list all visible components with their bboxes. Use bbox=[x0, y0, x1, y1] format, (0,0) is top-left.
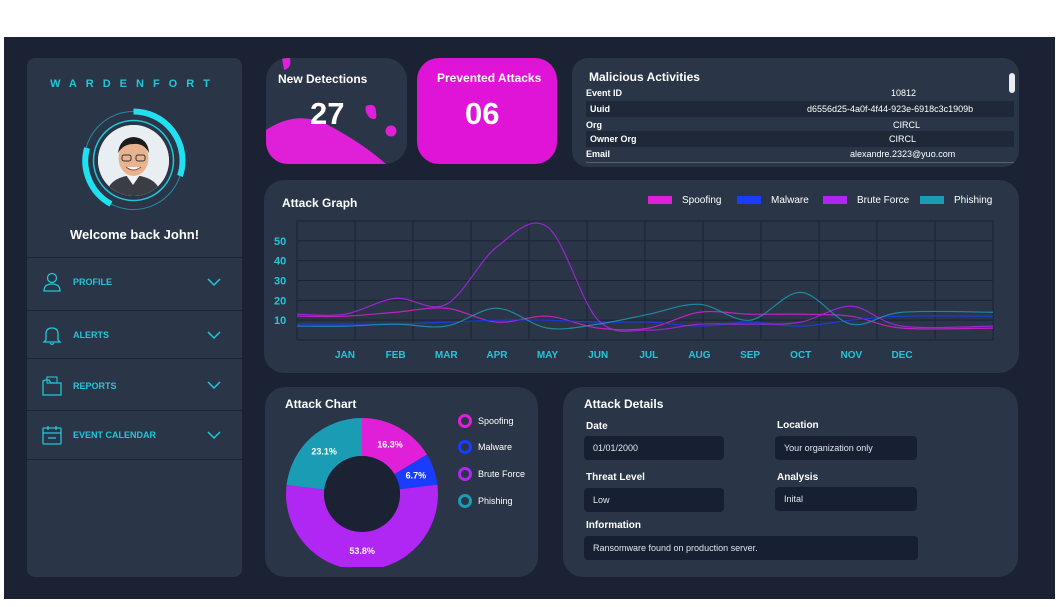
y-tick-label: 10 bbox=[274, 315, 286, 327]
date-value: 01/01/2000 bbox=[593, 443, 639, 453]
row-key: Event ID bbox=[586, 88, 623, 98]
sidebar-item-label: EVENT CALENDAR bbox=[73, 430, 157, 440]
y-tick-label: 50 bbox=[274, 236, 286, 248]
malicious-activities-title: Malicious Activities bbox=[589, 70, 700, 84]
new-detections-title: New Detections bbox=[278, 72, 368, 86]
legend-dot bbox=[458, 494, 472, 508]
legend-dot bbox=[458, 440, 472, 454]
calendar-icon bbox=[42, 426, 62, 445]
scrollbar-thumb[interactable] bbox=[1009, 73, 1015, 93]
avatar-photo bbox=[98, 125, 169, 196]
legend-label: Phishing bbox=[478, 496, 513, 506]
dashboard-app: WARDENFORT Welcome back John! PROFILE AL… bbox=[4, 37, 1055, 599]
x-tick-label: JUL bbox=[639, 350, 658, 361]
attack-line-chart: 10 20 30 40 50 JAN FEB MAR APR MAY JUN JUL AUG SEP OCT… bbox=[274, 220, 994, 361]
pie-slice-label: 23.1% bbox=[311, 446, 337, 456]
information-value: Ransomware found on production server. bbox=[593, 543, 758, 553]
x-tick-label: FEB bbox=[386, 350, 406, 361]
x-tick-label: OCT bbox=[790, 350, 811, 361]
sidebar-item-alerts[interactable]: ALERTS bbox=[27, 310, 242, 359]
sidebar-item-event-calendar[interactable]: EVENT CALENDAR bbox=[27, 410, 242, 460]
legend-dot bbox=[458, 467, 472, 481]
sidebar-item-label: REPORTS bbox=[73, 381, 117, 391]
chevron-down-icon[interactable] bbox=[207, 277, 221, 287]
chevron-down-icon[interactable] bbox=[207, 430, 221, 440]
table-row: Email alexandre.2323@yuo.com bbox=[586, 146, 1014, 163]
pie-slice-label: 16.3% bbox=[377, 439, 403, 449]
location-label: Location bbox=[777, 420, 819, 431]
x-tick-label: APR bbox=[486, 350, 508, 361]
row-value: d6556d25-4a0f-4f44-923e-6918c3c1909b bbox=[807, 104, 974, 114]
pie-slice-label: 53.8% bbox=[349, 546, 375, 556]
x-tick-label: AUG bbox=[688, 350, 710, 361]
table-row: Owner Org CIRCL bbox=[586, 131, 1014, 147]
threat-level-field[interactable]: Low bbox=[584, 488, 724, 512]
new-detections-value: 27 bbox=[310, 96, 345, 131]
bell-icon bbox=[42, 327, 62, 346]
threat-level-label: Threat Level bbox=[586, 472, 645, 483]
analysis-field[interactable]: Inital bbox=[775, 487, 917, 511]
welcome-message: Welcome back John! bbox=[69, 227, 200, 242]
x-tick-label: MAR bbox=[435, 350, 459, 361]
row-key: Org bbox=[586, 120, 603, 130]
prevented-attacks-card[interactable]: Prevented Attacks 06 bbox=[417, 58, 557, 164]
brand-logo: WARDENFORT bbox=[50, 78, 219, 90]
legend-label: Malware bbox=[478, 442, 513, 452]
x-tick-label: SEP bbox=[740, 350, 760, 361]
new-detections-card[interactable]: New Detections 27 bbox=[266, 58, 407, 164]
date-field[interactable]: 01/01/2000 bbox=[584, 436, 724, 460]
legend-dot bbox=[458, 414, 472, 428]
user-icon bbox=[43, 272, 61, 292]
avatar[interactable] bbox=[81, 108, 186, 213]
row-value: CIRCL bbox=[893, 120, 921, 130]
row-key: Email bbox=[586, 149, 611, 159]
chevron-down-icon[interactable] bbox=[207, 380, 221, 390]
chevron-down-icon[interactable] bbox=[207, 330, 221, 340]
x-tick-label: MAY bbox=[537, 350, 559, 361]
analysis-label: Analysis bbox=[777, 472, 819, 483]
prevented-attacks-title: Prevented Attacks bbox=[437, 71, 542, 85]
pie-slice-label: 6.7% bbox=[406, 470, 427, 480]
y-tick-label: 40 bbox=[274, 256, 286, 268]
information-label: Information bbox=[586, 520, 641, 531]
table-row: Uuid d6556d25-4a0f-4f44-923e-6918c3c1909… bbox=[586, 101, 1014, 117]
row-value: alexandre.2323@yuo.com bbox=[850, 149, 956, 159]
row-key: Uuid bbox=[590, 104, 610, 114]
location-value: Your organization only bbox=[784, 443, 873, 453]
row-key: Owner Org bbox=[590, 134, 637, 144]
sidebar-item-label: PROFILE bbox=[73, 277, 113, 287]
sidebar-item-profile[interactable]: PROFILE bbox=[27, 257, 242, 306]
attack-chart-card: Attack Chart 16.3% 6.7% 53.8% 23.1% Spoofin… bbox=[265, 387, 538, 577]
attack-details-title: Attack Details bbox=[584, 397, 664, 411]
legend-label: Spoofing bbox=[478, 416, 514, 426]
legend-label: Brute Force bbox=[478, 469, 526, 479]
table-row: Event ID 10812 bbox=[586, 85, 1014, 101]
malicious-activities-card: Malicious Activities Event ID 10812 Uuid… bbox=[572, 58, 1019, 167]
row-value: 10812 bbox=[891, 88, 917, 98]
sidebar-item-label: ALERTS bbox=[73, 330, 109, 340]
sidebar-item-reports[interactable]: REPORTS bbox=[27, 358, 242, 411]
y-tick-label: 30 bbox=[274, 276, 286, 288]
information-field[interactable]: Ransomware found on production server. bbox=[584, 536, 918, 560]
prevented-attacks-value: 06 bbox=[465, 96, 500, 131]
threat-level-value: Low bbox=[593, 495, 610, 505]
location-field[interactable]: Your organization only bbox=[775, 436, 917, 460]
date-label: Date bbox=[586, 421, 608, 432]
sidebar: WARDENFORT Welcome back John! PROFILE AL… bbox=[27, 58, 242, 577]
analysis-value: Inital bbox=[784, 494, 804, 504]
x-tick-label: NOV bbox=[841, 350, 863, 361]
folder-icon bbox=[42, 376, 62, 396]
attack-details-card: Attack Details Date 01/01/2000 Location … bbox=[563, 387, 1018, 577]
row-value: CIRCL bbox=[889, 134, 917, 144]
attack-graph-card: Attack Graph Spoofing Malware Brute Forc… bbox=[264, 180, 1019, 373]
attack-donut-chart: 16.3% 6.7% 53.8% 23.1% bbox=[286, 418, 438, 567]
donut-hole bbox=[324, 456, 400, 532]
y-tick-label: 20 bbox=[274, 295, 286, 307]
x-tick-label: JUN bbox=[588, 350, 608, 361]
x-tick-label: JAN bbox=[335, 350, 355, 361]
x-tick-label: DEC bbox=[891, 350, 912, 361]
